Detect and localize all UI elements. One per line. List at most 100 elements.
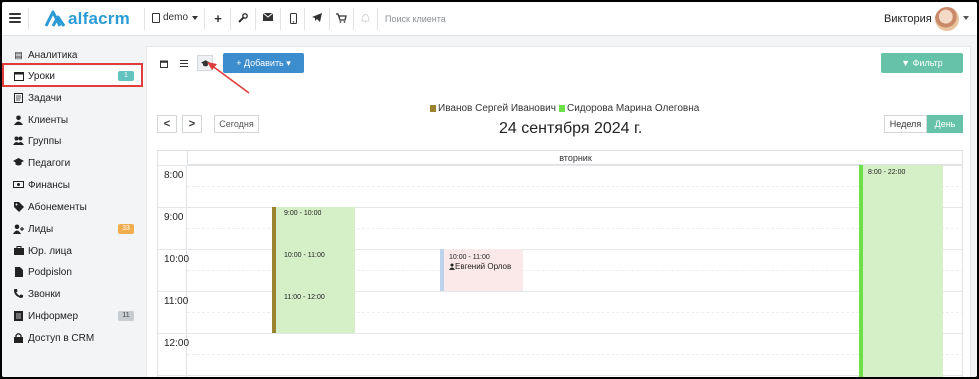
alfacrm-logo-icon bbox=[44, 10, 66, 28]
top-navbar: alfacrm demo + Поиск клиента Виктория bbox=[2, 2, 977, 36]
slot-time: 11:00 - 12:00 bbox=[284, 294, 325, 301]
sidebar-item-label: Аналитика bbox=[28, 49, 78, 61]
badge: 11 bbox=[118, 311, 134, 321]
day-view-button[interactable]: День bbox=[927, 115, 963, 133]
slot-time: 8:00 - 22:00 bbox=[868, 169, 906, 176]
user-plus-icon bbox=[13, 224, 24, 235]
calendar-view-button[interactable] bbox=[156, 55, 172, 71]
lock-icon bbox=[13, 332, 24, 344]
day-header: вторник bbox=[187, 151, 962, 165]
time-label: 8:00 bbox=[164, 170, 184, 181]
half-hour-line bbox=[187, 186, 962, 187]
annotation-highlight-box bbox=[2, 63, 143, 87]
menu-icon[interactable] bbox=[9, 13, 21, 23]
badge: 33 bbox=[118, 224, 134, 234]
hour-line bbox=[158, 375, 962, 376]
file-icon bbox=[13, 266, 24, 278]
add-button[interactable]: + Добавить ▾ bbox=[223, 53, 304, 73]
plus-icon[interactable]: + bbox=[212, 12, 224, 25]
hour-line bbox=[158, 333, 962, 334]
money-icon bbox=[13, 180, 24, 191]
lessons-panel: + Добавить ▾ ▼ Фильтр Иванов Сергей Иван… bbox=[146, 46, 971, 377]
sidebar-item-label: Абонементы bbox=[28, 201, 87, 213]
sidebar-item-leads[interactable]: Лиды 33 bbox=[2, 219, 144, 239]
branch-icon bbox=[152, 12, 160, 23]
hour-line bbox=[158, 165, 962, 166]
divider bbox=[204, 8, 205, 30]
bell-icon[interactable] bbox=[359, 13, 371, 25]
telegram-icon[interactable] bbox=[311, 13, 323, 25]
divider bbox=[255, 8, 256, 30]
graduation-cap-icon bbox=[13, 157, 24, 169]
legend-swatch bbox=[558, 105, 565, 112]
availability-slot[interactable]: 9:00 - 10:00 10:00 - 11:00 11:00 - 12:00 bbox=[272, 207, 355, 333]
users-icon bbox=[13, 136, 24, 147]
envelope-icon[interactable] bbox=[262, 12, 274, 25]
avatar[interactable] bbox=[935, 7, 959, 31]
lesson-event[interactable]: 10:00 - 11:00 Евгений Орлов bbox=[440, 249, 523, 291]
next-button[interactable]: > bbox=[182, 115, 202, 133]
half-hour-line bbox=[187, 354, 962, 355]
sidebar-item-label: Юр. лица bbox=[28, 245, 72, 257]
sidebar-item-teachers[interactable]: Педагоги bbox=[2, 153, 144, 173]
sidebar-item-podpislon[interactable]: Podpislon bbox=[2, 262, 144, 282]
divider bbox=[377, 8, 378, 30]
tag-icon bbox=[13, 201, 24, 213]
legend-entry: Сидорова Марина Олеговна bbox=[558, 103, 700, 114]
slot-time: 9:00 - 10:00 bbox=[284, 210, 322, 217]
sidebar-item-crm-access[interactable]: Доступ в CRM bbox=[2, 328, 144, 348]
chevron-down-icon[interactable] bbox=[963, 16, 969, 20]
sidebar-item-finances[interactable]: Финансы bbox=[2, 175, 144, 195]
sidebar-item-legal-entities[interactable]: Юр. лица bbox=[2, 241, 144, 261]
divider bbox=[304, 8, 305, 30]
sidebar-item-clients[interactable]: Клиенты bbox=[2, 110, 144, 130]
filter-button[interactable]: ▼ Фильтр bbox=[881, 53, 963, 73]
time-label: 12:00 bbox=[164, 338, 190, 349]
app-window: alfacrm demo + Поиск клиента Виктория ▤ … bbox=[2, 2, 977, 377]
sidebar: ▤ Аналитика Уроки 1 Задачи Клиенты Групп… bbox=[2, 37, 144, 377]
chevron-down-icon bbox=[192, 15, 199, 20]
sidebar-item-tasks[interactable]: Задачи bbox=[2, 88, 144, 108]
sidebar-item-label: Финансы bbox=[28, 179, 70, 191]
time-label: 9:00 bbox=[164, 212, 184, 223]
sidebar-item-label: Звонки bbox=[28, 288, 61, 300]
sidebar-item-label: Информер bbox=[28, 310, 79, 322]
sidebar-item-groups[interactable]: Группы bbox=[2, 131, 144, 151]
sidebar-item-informer[interactable]: Информер 11 bbox=[2, 306, 144, 326]
mobile-icon[interactable] bbox=[287, 13, 299, 25]
sidebar-item-subscriptions[interactable]: Абонементы bbox=[2, 197, 144, 217]
analytics-icon: ▤ bbox=[14, 49, 23, 60]
legend-label: Сидорова Марина Олеговна bbox=[566, 103, 700, 114]
week-view-button[interactable]: Неделя bbox=[884, 115, 927, 133]
sidebar-item-label: Задачи bbox=[28, 92, 62, 104]
time-label: 11:00 bbox=[164, 296, 189, 307]
search-input[interactable]: Поиск клиента bbox=[385, 14, 446, 24]
divider bbox=[280, 8, 281, 30]
sidebar-item-label: Педагоги bbox=[28, 157, 71, 169]
list-view-button[interactable] bbox=[176, 55, 192, 71]
wrench-icon[interactable] bbox=[237, 13, 249, 25]
branch-label: demo bbox=[163, 12, 189, 23]
slot-time: 10:00 - 11:00 bbox=[284, 252, 325, 259]
divider bbox=[28, 8, 29, 30]
branch-selector[interactable]: demo bbox=[152, 12, 199, 23]
divider bbox=[144, 8, 145, 30]
lesson-client: Евгений Орлов bbox=[449, 262, 511, 272]
today-button[interactable]: Сегодня bbox=[214, 115, 259, 133]
sidebar-item-label: Группы bbox=[28, 135, 62, 147]
sidebar-item-calls[interactable]: Звонки bbox=[2, 284, 144, 304]
sidebar-item-analytics[interactable]: ▤ Аналитика bbox=[2, 45, 144, 65]
logo-text: alfacrm bbox=[68, 9, 130, 28]
day-calendar-grid: вторник 8:00 9:00 10:00 11:00 12:00 9:00… bbox=[157, 150, 963, 377]
logo[interactable]: alfacrm bbox=[44, 9, 130, 29]
lesson-time: 10:00 - 11:00 bbox=[449, 254, 490, 261]
time-label: 10:00 bbox=[164, 254, 190, 265]
calendar-legend: Иванов Сергей Иванович Сидорова Марина О… bbox=[430, 103, 702, 114]
user-name[interactable]: Виктория bbox=[884, 13, 932, 25]
page-title: 24 сентября 2024 г. bbox=[499, 120, 643, 137]
availability-slot[interactable]: 8:00 - 22:00 bbox=[859, 165, 943, 377]
prev-button[interactable]: < bbox=[157, 115, 177, 133]
sidebar-item-label: Доступ в CRM bbox=[28, 332, 95, 344]
cart-icon[interactable] bbox=[335, 13, 347, 25]
legend-swatch bbox=[430, 105, 436, 112]
